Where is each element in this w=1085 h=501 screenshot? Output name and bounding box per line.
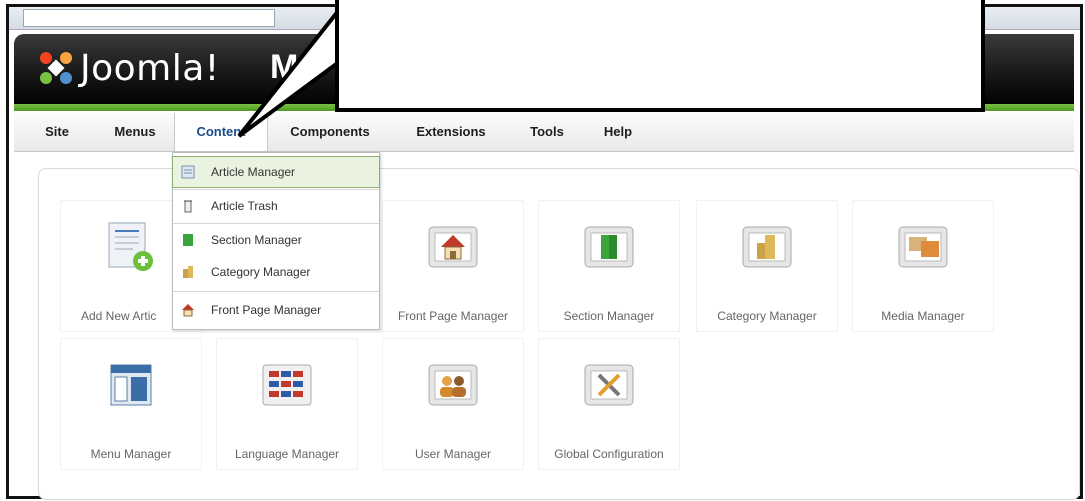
section-icon <box>584 226 634 268</box>
tile-label: Menu Manager <box>90 447 172 461</box>
dropdown-item-article-trash[interactable]: Article Trash <box>173 191 379 221</box>
dropdown-item-label: Front Page Manager <box>211 303 322 317</box>
tile-label: Front Page Manager <box>397 309 509 323</box>
trash-icon <box>184 200 192 213</box>
dropdown-divider <box>173 291 379 292</box>
tile-category-manager[interactable]: Category Manager <box>696 200 838 332</box>
menu-help[interactable]: Help <box>586 113 650 151</box>
language-icon <box>262 364 312 406</box>
logo-text: Joomla! <box>80 47 220 89</box>
add-article-icon <box>108 222 153 271</box>
admin-menubar: Site Menus Content Components Extensions… <box>14 113 1074 152</box>
dropdown-item-label: Article Trash <box>211 199 278 213</box>
dropdown-item-front-page-manager[interactable]: Front Page Manager <box>173 295 379 325</box>
tile-user-manager[interactable]: User Manager <box>382 338 524 470</box>
category-icon <box>742 226 792 268</box>
category-icon <box>183 266 193 278</box>
menu-content[interactable]: Content <box>174 113 268 151</box>
users-icon <box>428 364 478 406</box>
dropdown-item-section-manager[interactable]: Section Manager <box>173 225 379 255</box>
dropdown-item-label: Section Manager <box>211 233 302 247</box>
section-icon <box>183 234 193 246</box>
menu-tools[interactable]: Tools <box>514 113 580 151</box>
tile-global-configuration[interactable]: Global Configuration <box>538 338 680 470</box>
tile-label: User Manager <box>414 447 492 461</box>
tile-label: Media Manager <box>881 309 965 323</box>
annotation-callout-box <box>335 0 985 112</box>
menu-icon <box>110 364 152 406</box>
tile-front-page-manager[interactable]: Front Page Manager <box>382 200 524 332</box>
menu-menus[interactable]: Menus <box>88 113 182 151</box>
frontpage-icon <box>428 226 478 268</box>
article-icon <box>181 165 195 179</box>
joomla-logo-icon <box>40 52 72 84</box>
dropdown-item-label: Category Manager <box>211 265 311 279</box>
tile-label: Section Manager <box>563 309 655 323</box>
frontpage-icon <box>182 304 194 317</box>
joomla-logo: Joomla! <box>36 47 220 89</box>
config-icon <box>584 364 634 406</box>
tile-media-manager[interactable]: Media Manager <box>852 200 994 332</box>
dropdown-divider <box>173 223 379 224</box>
media-icon <box>898 226 948 268</box>
menu-site[interactable]: Site <box>30 113 84 151</box>
dropdown-divider <box>173 189 379 190</box>
dropdown-item-article-manager[interactable]: Article Manager <box>172 156 380 188</box>
tile-label: Language Manager <box>234 447 340 461</box>
content-dropdown-menu: Article Manager Article Trash Section Ma… <box>172 152 380 330</box>
address-field[interactable] <box>23 9 275 27</box>
tile-section-manager[interactable]: Section Manager <box>538 200 680 332</box>
menu-extensions[interactable]: Extensions <box>400 113 502 151</box>
tile-menu-manager[interactable]: Menu Manager <box>60 338 202 470</box>
admin-title-truncated: M <box>270 48 299 86</box>
tile-label: Category Manager <box>717 309 817 323</box>
dropdown-item-category-manager[interactable]: Category Manager <box>173 257 379 287</box>
tile-label: Global Configuration <box>554 447 664 461</box>
tile-language-manager[interactable]: Language Manager <box>216 338 358 470</box>
menu-components[interactable]: Components <box>270 113 390 151</box>
dropdown-item-label: Article Manager <box>211 165 296 179</box>
